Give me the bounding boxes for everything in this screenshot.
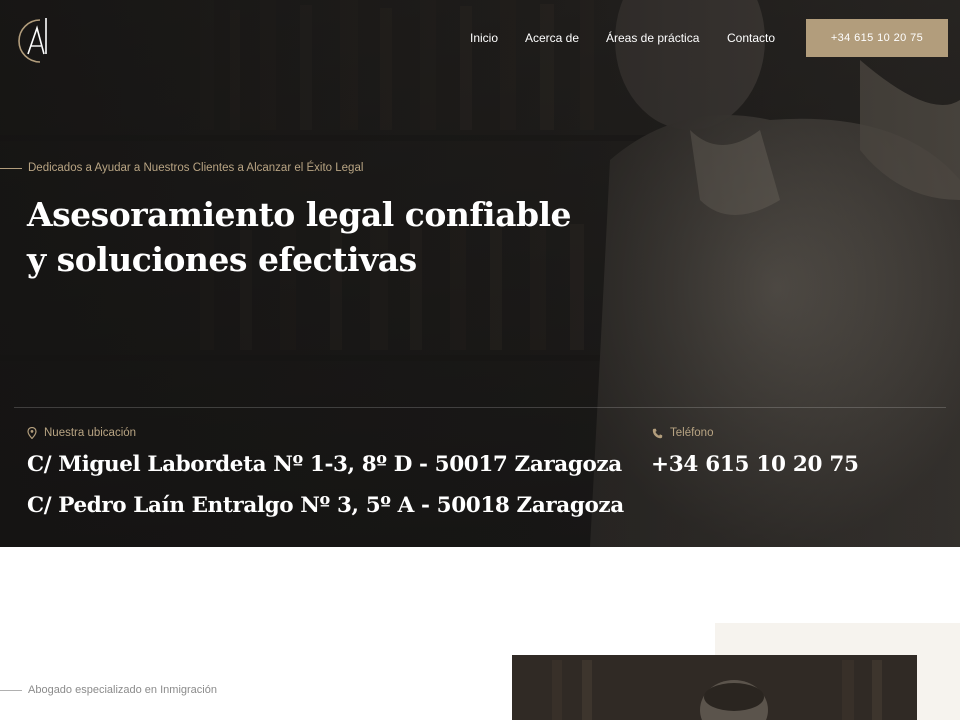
phone-label-text: Teléfono — [670, 427, 714, 439]
hero-tagline-text: Dedicados a Ayudar a Nuestros Clientes a… — [28, 162, 364, 174]
lawyer-photo — [512, 655, 917, 720]
address-line-2: C/ Pedro Laín Entralgo Nº 3, 5º A - 5001… — [27, 493, 624, 518]
phone-icon — [652, 428, 663, 438]
phone-number-link[interactable]: +34 615 10 20 75 — [651, 452, 859, 477]
hero-title: Asesoramiento legal confiable y solucion… — [27, 192, 587, 282]
phone-label: Teléfono — [652, 427, 713, 439]
lawyer-photo-image — [512, 655, 917, 720]
hero-tagline: Dedicados a Ayudar a Nuestros Clientes a… — [0, 162, 363, 174]
location-pin-icon — [27, 427, 37, 439]
phone-call-button[interactable]: +34 615 10 20 75 — [806, 19, 948, 57]
nav-link-areas-de-practica[interactable]: Áreas de práctica — [606, 31, 699, 45]
about-subtitle-text: Abogado especializado en Inmigración — [28, 684, 217, 696]
about-section: Abogado especializado en Inmigración — [0, 547, 960, 720]
hero-divider — [14, 407, 946, 408]
about-subtitle-line — [0, 689, 22, 691]
tagline-accent-line — [0, 167, 22, 169]
location-label-text: Nuestra ubicación — [44, 427, 137, 439]
nav-link-inicio[interactable]: Inicio — [470, 31, 498, 45]
location-label: Nuestra ubicación — [27, 427, 136, 439]
nav-link-contacto[interactable]: Contacto — [727, 31, 775, 45]
hero-title-line-2: y soluciones efectivas — [27, 240, 417, 279]
address-line-1: C/ Miguel Labordeta Nº 1-3, 8º D - 50017… — [27, 452, 622, 477]
nav-link-acerca-de[interactable]: Acerca de — [525, 31, 579, 45]
hero-section: Inicio Acerca de Áreas de práctica Conta… — [0, 0, 960, 547]
hero-title-line-1: Asesoramiento legal confiable — [27, 195, 572, 234]
logo-icon[interactable] — [10, 10, 54, 66]
about-subtitle: Abogado especializado en Inmigración — [0, 684, 217, 696]
